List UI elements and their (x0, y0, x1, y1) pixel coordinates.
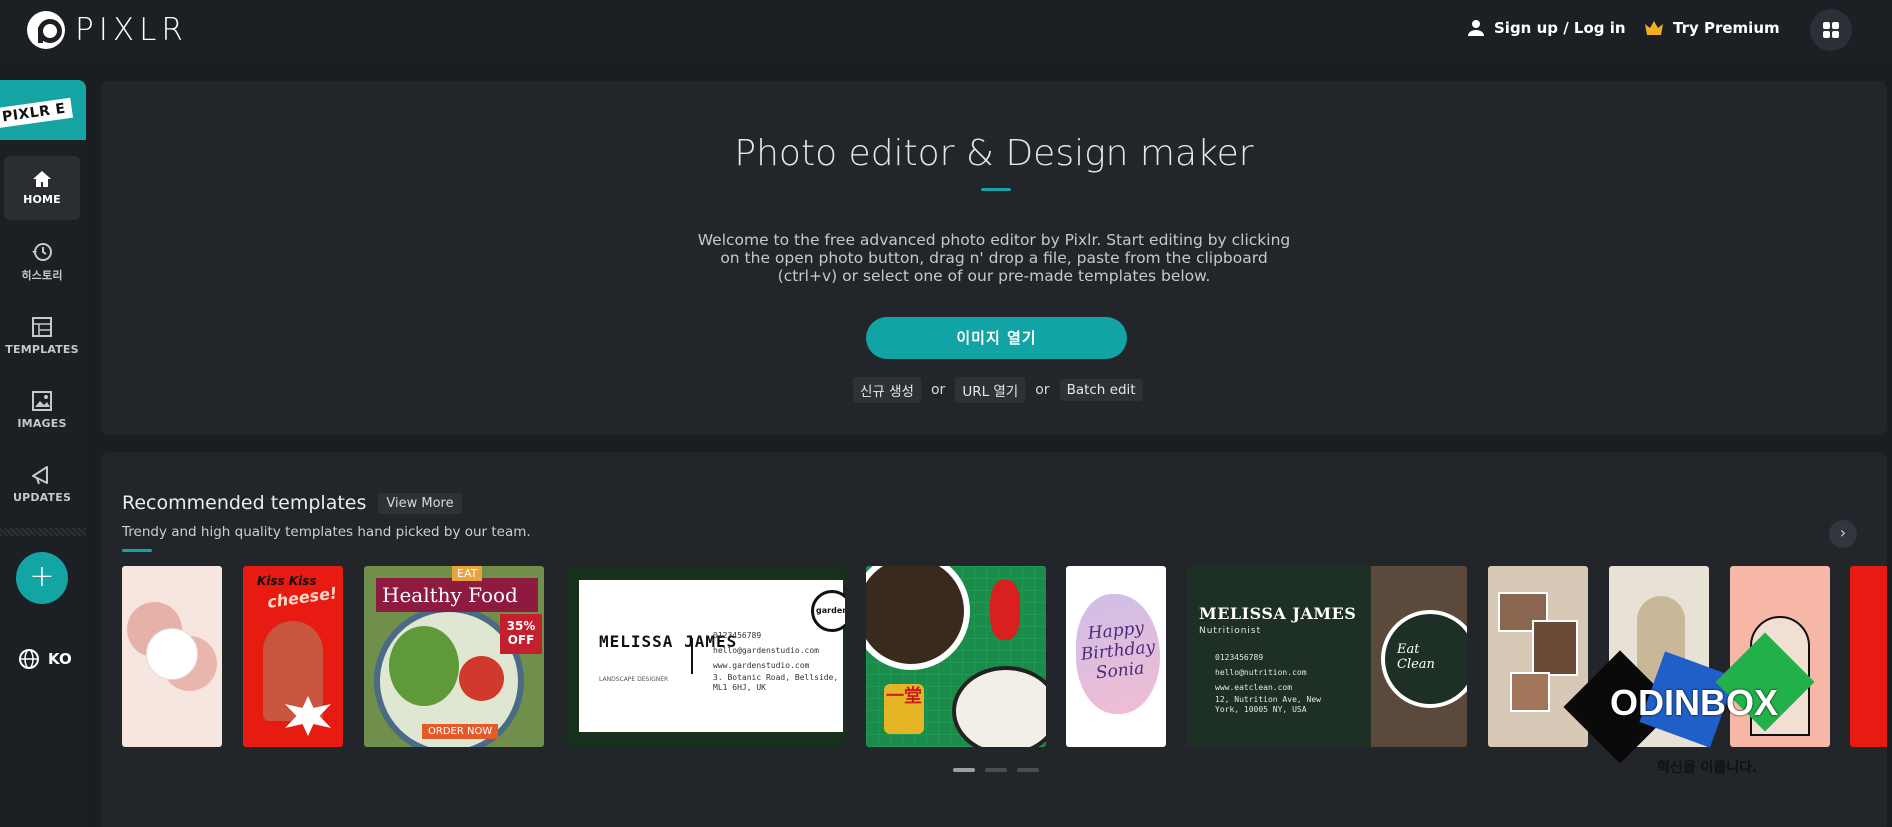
card-title: Healthy Food (376, 578, 538, 612)
carousel-pager (953, 768, 1039, 772)
sidebar-divider (0, 528, 86, 536)
premium-label: Try Premium (1673, 19, 1780, 37)
template-card-business-card-nutrition[interactable]: MELISSA JAMES Nutritionist 0123456789 he… (1187, 566, 1467, 747)
card-text: Happy Birthday Sonia (1079, 618, 1157, 684)
dumpling-plate (952, 666, 1046, 747)
card-web: www.gardenstudio.com (713, 661, 810, 670)
sidebar-item-label: HOME (23, 193, 61, 206)
sidebar-item-label: UPDATES (12, 491, 72, 504)
card-email: hello@gardenstudio.com (713, 646, 819, 655)
card-web: www.eatclean.com (1215, 683, 1293, 692)
secondary-actions: 신규 생성 or URL 열기 or Batch edit (853, 377, 1143, 403)
create-new-button[interactable]: + (16, 552, 68, 604)
templates-header: Recommended templates View More (122, 492, 462, 514)
templates-underline (122, 549, 152, 552)
card-divider (691, 638, 693, 674)
template-card-kiss-kiss[interactable]: Kiss Kiss cheese! (243, 566, 343, 747)
megaphone-icon (32, 466, 48, 485)
page-title: Photo editor & Design maker (734, 133, 1254, 174)
hero-description: Welcome to the free advanced photo edito… (697, 231, 1291, 285)
pixlr-logo-icon (27, 11, 65, 49)
sidebar-item-label: IMAGES (17, 417, 67, 430)
pager-dot[interactable] (953, 768, 975, 772)
template-card-partial[interactable] (1850, 566, 1887, 747)
sidebar-item-updates[interactable]: UPDATES (4, 452, 80, 516)
hero-panel: Photo editor & Design maker Welcome to t… (101, 81, 1887, 435)
user-icon (1468, 20, 1484, 36)
or-separator: or (1035, 382, 1050, 398)
lantern-icon (990, 580, 1020, 640)
next-arrow-button[interactable]: › (1829, 520, 1857, 548)
card-text: Kiss Kiss (257, 574, 317, 588)
template-card-happy-birthday[interactable]: Happy Birthday Sonia (1066, 566, 1166, 747)
collage-photo (1510, 672, 1550, 712)
salad-greens (389, 626, 459, 706)
noodle-bowl (866, 566, 970, 670)
left-sidebar: PIXLR E HOME 히스토리 TEMPLATES IMAGES UPDAT… (0, 80, 86, 827)
view-more-button[interactable]: View More (378, 492, 462, 514)
templates-subtitle: Trendy and high quality templates hand p… (122, 524, 531, 540)
language-selector[interactable]: KO (18, 648, 72, 670)
card-address: 12, Nutrition Ave, New York, 10005 NY, U… (1215, 695, 1321, 714)
template-card-business-card-garden[interactable]: MELISSA JAMES LANDSCAPE DESIGNER 0123456… (565, 566, 845, 747)
card-name: MELISSA JAMES (1199, 604, 1357, 623)
card-phone: 0123456789 (713, 631, 762, 640)
sidebar-item-images[interactable]: IMAGES (4, 378, 80, 442)
card-tag: EAT (452, 566, 483, 581)
pixlr-e-label: PIXLR E (0, 97, 73, 129)
card-phone: 0123456789 (1215, 653, 1264, 662)
flower-icon (146, 628, 198, 680)
pager-dot[interactable] (1017, 768, 1039, 772)
open-url-chip[interactable]: URL 열기 (955, 377, 1026, 403)
pixlr-e-badge[interactable]: PIXLR E (0, 80, 86, 140)
card-contact: 0123456789 hello@gardenstudio.com www.ga… (713, 628, 841, 693)
template-card-healthy-food[interactable]: Healthy Food EAT 35% OFF ORDER NOW (364, 566, 544, 747)
sidebar-item-templates[interactable]: TEMPLATES (4, 304, 80, 368)
sidebar-item-history[interactable]: 히스토리 (4, 230, 80, 294)
card-contact: 0123456789 hello@nutrition.com www.eatcl… (1215, 650, 1345, 715)
chinese-glyph: 一堂 (884, 684, 924, 734)
templates-title: Recommended templates (122, 492, 367, 514)
globe-icon (19, 649, 39, 669)
sidebar-item-label: TEMPLATES (5, 343, 79, 356)
try-premium-button[interactable]: Try Premium (1644, 19, 1780, 37)
discount-badge: 35% OFF (500, 614, 542, 654)
card-role: Nutritionist (1199, 626, 1262, 636)
create-new-chip[interactable]: 신규 생성 (853, 377, 921, 403)
card-role: LANDSCAPE DESIGNER (599, 676, 669, 683)
sidebar-item-home[interactable]: HOME (4, 156, 80, 220)
watermark-slogan: 혁신을 이룹니다. (1657, 760, 1758, 776)
top-bar: PIXLR Sign up / Log in Try Premium (0, 0, 1892, 64)
card-address: 3. Botanic Road, Bellside, ML1 6HJ, UK (713, 673, 839, 692)
logo-text: PIXLR (75, 12, 188, 48)
watermark-brand: ODINBOX (1610, 682, 1779, 723)
odinbox-watermark: ODINBOX 혁신을 이룹니다. (1563, 632, 1830, 782)
crown-icon (1645, 21, 1663, 35)
template-card-dumplings[interactable]: 一堂 (866, 566, 1046, 747)
home-icon (33, 171, 51, 187)
signin-label: Sign up / Log in (1494, 19, 1626, 37)
apps-menu-button[interactable] (1810, 9, 1852, 51)
pager-dot[interactable] (985, 768, 1007, 772)
grid-icon (1823, 22, 1839, 38)
batch-edit-chip[interactable]: Batch edit (1059, 379, 1143, 401)
language-label: KO (48, 650, 72, 668)
tomato (459, 656, 504, 701)
pixlr-logo[interactable]: PIXLR (27, 11, 188, 49)
title-underline (981, 188, 1011, 191)
templates-icon (32, 317, 52, 337)
signin-button[interactable]: Sign up / Log in (1467, 19, 1626, 37)
garden-logo: garden (811, 590, 845, 632)
sidebar-item-label: 히스토리 (21, 268, 63, 282)
open-image-button[interactable]: 이미지 열기 (866, 317, 1127, 359)
or-separator: or (930, 382, 946, 398)
history-icon (32, 242, 52, 261)
order-now-label: ORDER NOW (422, 724, 499, 739)
template-card-floral-pink[interactable] (122, 566, 222, 747)
eat-clean-badge: Eat Clean (1397, 642, 1435, 672)
images-icon (32, 391, 52, 411)
card-email: hello@nutrition.com (1215, 668, 1307, 677)
